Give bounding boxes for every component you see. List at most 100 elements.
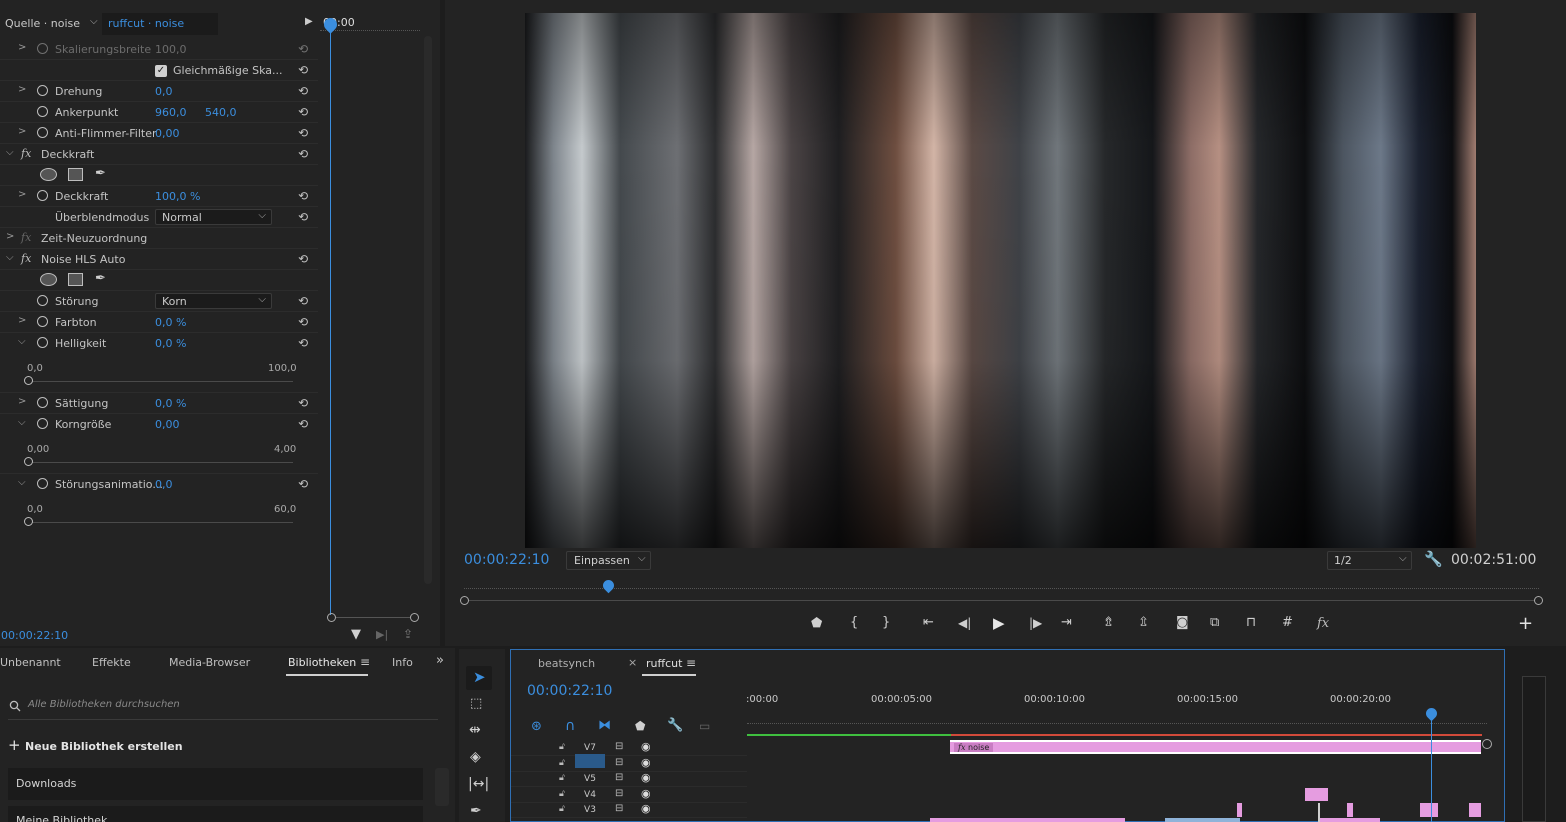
ec-current-time[interactable]: 00:00:22:10 [1, 629, 68, 642]
mark-out-icon[interactable]: } [882, 615, 890, 630]
reset-icon[interactable]: ⟲ [298, 42, 308, 56]
ec-zoom-bar[interactable] [327, 612, 419, 623]
tab-bibliotheken[interactable]: Bibliotheken [288, 656, 356, 669]
go-to-in-icon[interactable]: ⇤ [923, 615, 934, 630]
safe-margins-icon[interactable]: ⊓ [1246, 615, 1256, 630]
filter-icon[interactable]: ▼ [351, 627, 361, 642]
track-name[interactable]: V5 [575, 772, 605, 786]
library-search-input[interactable]: Alle Bibliotheken durchsuchen [8, 694, 438, 720]
fx-icon[interactable]: fx [1317, 616, 1329, 631]
sequence-label[interactable]: ruffcut · noise [108, 17, 184, 30]
timeline-clip[interactable] [1469, 803, 1481, 817]
tab-unbenannt[interactable]: Unbenannt [0, 656, 61, 669]
sync-lock-icon[interactable]: ⊟ [615, 741, 623, 752]
pen-mask-icon[interactable]: ✒ [95, 271, 106, 286]
reset-icon[interactable]: ⟲ [298, 417, 308, 431]
wrench-icon[interactable]: 🔧 [1424, 550, 1443, 568]
fx-icon[interactable]: fx [21, 231, 31, 244]
export-icon[interactable]: ⇪ [403, 627, 413, 641]
chevron-down-icon[interactable]: ⌵ [90, 16, 98, 27]
play-icon[interactable]: ▶ [993, 614, 1005, 632]
chevron-down-icon[interactable]: ⌵ [6, 252, 14, 263]
program-timecode[interactable]: 00:00:22:10 [464, 552, 549, 568]
timeline-playhead-line[interactable] [1431, 715, 1432, 822]
value-x[interactable]: 960,0 [155, 106, 187, 119]
stopwatch-icon[interactable] [37, 397, 48, 408]
value[interactable]: 0,0 % [155, 337, 186, 350]
chevron-down-icon[interactable]: ⌵ [18, 336, 26, 347]
reset-icon[interactable]: ⟲ [298, 147, 308, 161]
track-select-icon[interactable]: ⬚ [470, 696, 482, 711]
chevron-down-icon[interactable]: ⌵ [18, 477, 26, 488]
timeline-ruler[interactable] [747, 710, 1487, 724]
ripple-edit-icon[interactable]: ⇹ [469, 722, 481, 738]
selection-tool[interactable]: ➤ [466, 666, 492, 690]
timeline-clip[interactable]: fx noise [950, 740, 1481, 754]
timeline-clip[interactable] [1320, 818, 1380, 822]
ellipse-mask-icon[interactable] [40, 168, 57, 181]
sync-lock-icon[interactable]: ⊟ [615, 757, 623, 768]
step-back-icon[interactable]: ◀| [958, 616, 971, 630]
add-button-icon[interactable]: + [1518, 613, 1533, 634]
stopwatch-icon[interactable] [37, 190, 48, 201]
nest-sequence-icon[interactable]: ⊛ [531, 719, 542, 734]
chevron-right-icon[interactable]: > [18, 189, 26, 200]
value[interactable]: 0,00 [155, 418, 180, 431]
eye-icon[interactable]: ◉ [641, 771, 651, 784]
camera-icon[interactable]: ◙ [1176, 615, 1189, 630]
chevron-right-icon[interactable]: > [18, 315, 26, 326]
reset-icon[interactable]: ⟲ [298, 396, 308, 410]
program-scrub-bar[interactable] [460, 577, 1543, 606]
step-forward-icon[interactable]: |▶ [1029, 616, 1042, 630]
ellipse-mask-icon[interactable] [40, 273, 57, 286]
pen-tool-icon[interactable]: ✒ [470, 803, 482, 819]
timeline-zoom-handle[interactable] [1482, 739, 1492, 749]
stopwatch-icon[interactable] [37, 85, 48, 96]
tab-menu-icon[interactable]: ≡ [686, 656, 696, 670]
resolution-dropdown[interactable]: 1/2 ⌵ [1327, 551, 1412, 570]
chevron-down-icon[interactable]: ⌵ [18, 417, 26, 428]
tab-effekte[interactable]: Effekte [92, 656, 131, 669]
stopwatch-icon[interactable] [37, 316, 48, 327]
lift-icon[interactable]: ⇯ [1103, 615, 1114, 630]
lock-icon[interactable]: 🔓︎ [559, 742, 565, 752]
add-marker-icon[interactable]: ⬟ [635, 719, 645, 733]
go-to-out-icon[interactable]: ⇥ [1061, 615, 1072, 630]
tab-media-browser[interactable]: Media-Browser [169, 656, 250, 669]
reset-icon[interactable]: ⟲ [298, 210, 308, 224]
chevron-right-icon[interactable]: > [18, 84, 26, 95]
slider-knob[interactable] [24, 517, 33, 526]
stopwatch-icon[interactable] [37, 418, 48, 429]
value[interactable]: 100,0 % [155, 190, 200, 203]
timeline-clip[interactable] [1347, 803, 1353, 817]
checkbox-checked-icon[interactable]: ✓ [155, 65, 167, 77]
slider-knob[interactable] [24, 457, 33, 466]
reset-icon[interactable]: ⟲ [298, 189, 308, 203]
razor-icon[interactable]: ◈ [470, 749, 481, 765]
chevron-right-icon[interactable]: > [18, 396, 26, 407]
reset-icon[interactable]: ⟲ [298, 294, 308, 308]
settings-wrench-icon[interactable]: 🔧 [667, 718, 683, 733]
stopwatch-icon[interactable] [37, 295, 48, 306]
reset-icon[interactable]: ⟲ [298, 315, 308, 329]
new-library-button[interactable]: + Neue Bibliothek erstellen [8, 736, 258, 756]
chevron-down-icon[interactable]: ⌵ [6, 147, 14, 158]
tab-beatsynch[interactable]: beatsynch [538, 657, 595, 670]
timeline-clip[interactable] [1305, 788, 1328, 801]
track-name[interactable]: V4 [575, 788, 605, 802]
library-item[interactable]: Downloads [8, 768, 423, 800]
slider-knob[interactable] [24, 376, 33, 385]
grid-icon[interactable]: # [1282, 615, 1293, 630]
value[interactable]: 0,0 % [155, 316, 186, 329]
snap-magnet-icon[interactable]: ∩ [565, 718, 575, 734]
fx-icon[interactable]: fx [21, 147, 31, 160]
eye-icon[interactable]: ◉ [641, 756, 651, 769]
sync-lock-icon[interactable]: ⊟ [615, 788, 623, 799]
play-audio-icon[interactable]: ▶| [376, 628, 388, 641]
fx-icon[interactable]: fx [21, 252, 31, 265]
lock-icon[interactable]: 🔓︎ [559, 758, 565, 768]
tab-menu-icon[interactable]: ≡ [360, 655, 370, 669]
slider-track[interactable] [29, 522, 293, 523]
value-y[interactable]: 540,0 [205, 106, 237, 119]
mark-in-icon[interactable]: { [850, 615, 858, 630]
